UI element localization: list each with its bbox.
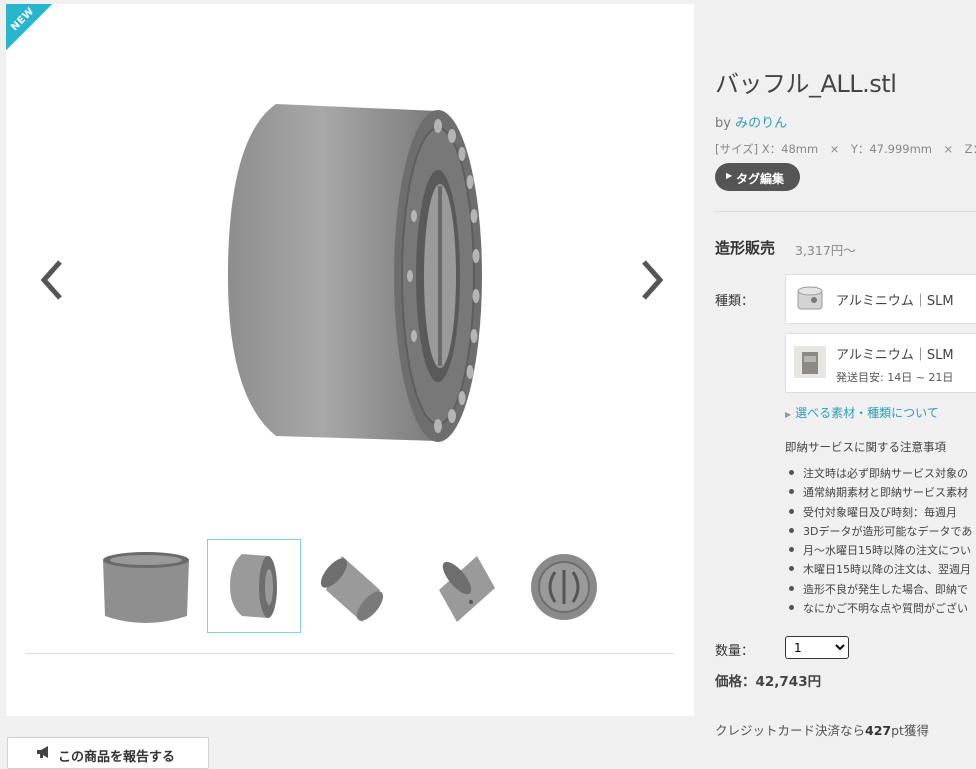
credit-prefix: クレジットカード決済なら: [715, 723, 866, 738]
sale-from-price: 3,317円〜: [795, 243, 856, 258]
material-thumbnail-icon: [794, 346, 826, 378]
caret-right-icon: ▶: [726, 171, 733, 180]
credit-points: 427: [865, 723, 892, 738]
next-image-button[interactable]: [632, 252, 672, 308]
prev-image-button[interactable]: [34, 252, 74, 308]
caret-right-icon: ▶: [785, 410, 792, 419]
tag-edit-label: タグ編集: [736, 172, 785, 186]
sale-heading: 造形販売: [715, 239, 776, 257]
material-option-label: アルミニウム｜SLM: [836, 348, 954, 363]
chevron-right-icon: [642, 260, 664, 300]
main-product-image: [227, 104, 482, 442]
thumbnail-1[interactable]: [96, 539, 190, 633]
notice-title: 即納サービスに関する注意事項: [785, 440, 946, 454]
materials-link-label: 選べる素材・種類について: [795, 406, 939, 420]
shipping-estimate: 発送目安: 14日 ~ 21日: [836, 371, 954, 384]
notice-item: 注文時は必ず即納サービス対象の: [785, 465, 972, 484]
price-line: 価格：42,743円: [715, 670, 821, 690]
notice-item: 月〜水曜日15時以降の注文につい: [785, 542, 972, 561]
price-value: 42,743円: [755, 674, 822, 690]
notice-item: 3Dデータが造形可能なデータであ: [785, 523, 972, 542]
credit-points-line: クレジットカード決済なら427pt獲得: [715, 720, 929, 739]
notice-item: 造形不良が発生した場合、即納で: [785, 581, 972, 600]
image-viewer: NEW: [6, 4, 694, 716]
quantity-label: 数量：: [715, 644, 755, 659]
thumbnail-image: [103, 552, 189, 623]
product-title: バッフル_ALL.stl: [715, 70, 897, 98]
megaphone-icon: [37, 746, 48, 758]
section-divider: [715, 211, 976, 212]
notice-list: 注文時は必ず即納サービス対象の 通常納期素材と即納サービス素材 受付対象曜日及び…: [785, 465, 972, 619]
report-button-label: この商品を報告する: [58, 750, 176, 765]
report-product-button[interactable]: この商品を報告する: [7, 737, 209, 769]
thumbnail-image: [439, 556, 495, 622]
product-info-panel: バッフル_ALL.stl by みのりん [サイズ] X：48mm × Y：47…: [715, 0, 976, 761]
quantity-select[interactable]: 1: [785, 636, 849, 659]
material-option-1[interactable]: アルミニウム｜SLM: [785, 274, 976, 324]
new-badge: NEW: [6, 4, 52, 50]
kind-label: 種類：: [715, 294, 755, 309]
credit-suffix: pt獲得: [891, 723, 929, 738]
new-badge-label: NEW: [9, 5, 37, 34]
thumbnail-3[interactable]: [311, 539, 405, 633]
material-option-2[interactable]: アルミニウム｜SLM 発送目安: 14日 ~ 21日: [785, 333, 976, 393]
material-thumbnail-icon: [797, 286, 823, 310]
thumbnail-image: [531, 554, 597, 620]
author-line: by みのりん: [715, 112, 787, 131]
notice-item: 受付対象曜日及び時刻：毎週月: [785, 504, 972, 523]
thumbnail-image: [320, 556, 384, 622]
notice-item: 木曜日15時以降の注文は、翌週月: [785, 561, 972, 580]
notice-item: 通常納期素材と即納サービス素材: [785, 484, 972, 503]
viewer-divider: [26, 653, 674, 654]
chevron-left-icon: [40, 260, 62, 300]
materials-info-link[interactable]: ▶ 選べる素材・種類について: [785, 404, 939, 421]
tag-edit-button[interactable]: ▶ タグ編集: [715, 163, 800, 191]
thumbnail-5[interactable]: [516, 539, 610, 633]
thumbnail-image: [230, 554, 277, 618]
thumbnail-2[interactable]: [207, 539, 301, 633]
author-link[interactable]: みのりん: [735, 116, 787, 131]
notice-item: なにかご不明な点や質問がござい: [785, 600, 972, 619]
material-option-label: アルミニウム｜SLM: [836, 294, 954, 309]
by-prefix: by: [715, 116, 731, 131]
price-label: 価格：: [715, 674, 756, 690]
thumbnail-4[interactable]: [414, 539, 508, 633]
size-text: [サイズ] X：48mm × Y：47.999mm × Z：: [715, 142, 976, 156]
